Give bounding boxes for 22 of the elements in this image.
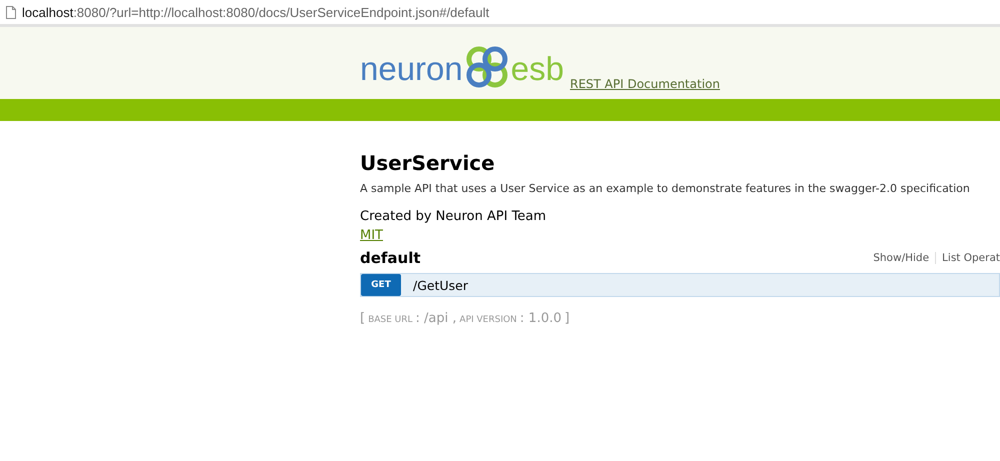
knot-logo-icon [464, 45, 510, 89]
api-version-value: : 1.0.0 [520, 311, 562, 326]
footer-label: API VERSION [460, 315, 517, 325]
operation-row[interactable]: GET /GetUser [360, 273, 1000, 297]
logo-text: esb [510, 52, 564, 89]
license-link[interactable]: MIT [360, 228, 383, 243]
method-badge: GET [361, 274, 401, 296]
footer-bracket: [ [360, 311, 366, 326]
resource-action-link[interactable]: Show/Hide [867, 252, 936, 264]
page-icon [6, 6, 16, 18]
contact-text: Created by Neuron API Team [360, 209, 548, 224]
base-url-value: : /api , [416, 311, 457, 326]
resource-action-link[interactable]: List Operat [935, 252, 1000, 264]
api-title: UserService [360, 151, 496, 175]
footer-label: BASE URL [368, 315, 413, 325]
logo-text: neuron [360, 52, 463, 89]
url-text: localhost:8080/?url=http://localhost:8080/docs/UserServiceEndpoint.json#/default [22, 4, 490, 20]
resource-heading[interactable]: default [360, 249, 421, 267]
footer-bracket: ] [564, 311, 570, 326]
api-description: A sample API that uses a User Service as an example to demonstrate features in the swagger-2.0 specification [360, 182, 971, 195]
operation-path: /GetUser [413, 278, 468, 292]
documentation-link[interactable]: REST API Documentation [570, 77, 720, 91]
